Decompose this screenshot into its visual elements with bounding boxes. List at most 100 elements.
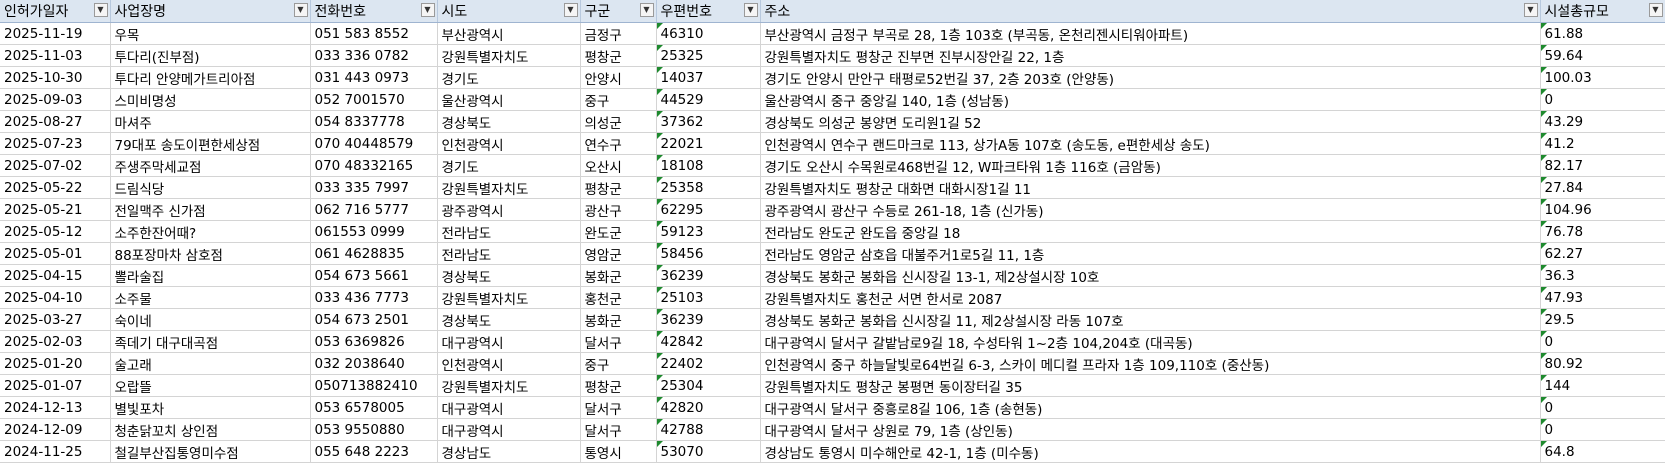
- table-cell[interactable]: 소주한잔어때?: [110, 220, 311, 243]
- table-cell[interactable]: 광주광역시: [437, 198, 581, 221]
- table-cell[interactable]: 경상북도 봉화군 봉화읍 신시장길 11, 제2상설시장 라동 107호: [760, 308, 1541, 331]
- table-cell[interactable]: 053 6369826: [310, 330, 438, 353]
- table-cell[interactable]: 인천광역시 중구 하늘달빛로64번길 6-3, 스카이 메디컬 프라자 1층 1…: [760, 352, 1541, 375]
- table-cell[interactable]: 별빛포차: [110, 396, 311, 419]
- table-cell[interactable]: 대구광역시: [437, 396, 581, 419]
- table-cell[interactable]: 2025-05-22: [0, 176, 111, 199]
- table-cell[interactable]: 2025-10-30: [0, 66, 111, 89]
- table-cell[interactable]: 주생주막세교점: [110, 154, 311, 177]
- table-cell[interactable]: 경기도: [437, 154, 581, 177]
- table-cell[interactable]: 경상북도: [437, 308, 581, 331]
- table-cell[interactable]: 050713882410: [310, 374, 438, 397]
- table-cell[interactable]: 투다리(진부점): [110, 44, 311, 67]
- table-cell[interactable]: 강원특별자치도 평창군 대화면 대화시장1길 11: [760, 176, 1541, 199]
- table-cell[interactable]: 88포장마차 삼호점: [110, 242, 311, 265]
- table-cell[interactable]: 울산광역시 중구 중앙길 140, 1층 (성남동): [760, 88, 1541, 111]
- table-cell[interactable]: 2025-09-03: [0, 88, 111, 111]
- table-cell[interactable]: 경상북도: [437, 110, 581, 133]
- table-cell[interactable]: 100.03: [1540, 66, 1665, 89]
- table-cell[interactable]: 033 436 7773: [310, 286, 438, 309]
- table-cell[interactable]: 25358: [656, 176, 761, 199]
- table-cell[interactable]: 42842: [656, 330, 761, 353]
- table-cell[interactable]: 대구광역시: [437, 330, 581, 353]
- table-cell[interactable]: 금정구: [580, 22, 657, 45]
- table-cell[interactable]: 031 443 0973: [310, 66, 438, 89]
- table-cell[interactable]: 강원특별자치도: [437, 374, 581, 397]
- table-cell[interactable]: 경기도: [437, 66, 581, 89]
- table-cell[interactable]: 경상북도 봉화군 봉화읍 신시장길 13-1, 제2상설시장 10호: [760, 264, 1541, 287]
- table-cell[interactable]: 뽈라술집: [110, 264, 311, 287]
- table-cell[interactable]: 부산광역시 금정구 부곡로 28, 1층 103호 (부곡동, 온천리젠시티워아…: [760, 22, 1541, 45]
- table-cell[interactable]: 부산광역시: [437, 22, 581, 45]
- table-cell[interactable]: 0: [1540, 396, 1665, 419]
- table-cell[interactable]: 경기도 안양시 만안구 태평로52번길 37, 2층 203호 (안양동): [760, 66, 1541, 89]
- table-cell[interactable]: 76.78: [1540, 220, 1665, 243]
- table-cell[interactable]: 강원특별자치도 평창군 진부면 진부시장안길 22, 1층: [760, 44, 1541, 67]
- table-cell[interactable]: 울산광역시: [437, 88, 581, 111]
- column-header[interactable]: 사업장명 ▼: [110, 0, 311, 23]
- table-cell[interactable]: 달서구: [580, 330, 657, 353]
- table-cell[interactable]: 032 2038640: [310, 352, 438, 375]
- table-cell[interactable]: 강원특별자치도 평창군 봉평면 동이장터길 35: [760, 374, 1541, 397]
- table-cell[interactable]: 2025-05-01: [0, 242, 111, 265]
- table-cell[interactable]: 055 648 2223: [310, 440, 438, 463]
- table-cell[interactable]: 드림식당: [110, 176, 311, 199]
- table-cell[interactable]: 강원특별자치도 홍천군 서면 한서로 2087: [760, 286, 1541, 309]
- column-header[interactable]: 시도 ▼: [437, 0, 581, 23]
- filter-dropdown-icon[interactable]: ▼: [420, 3, 435, 17]
- table-cell[interactable]: 강원특별자치도: [437, 176, 581, 199]
- table-cell[interactable]: 46310: [656, 22, 761, 45]
- table-cell[interactable]: 평창군: [580, 44, 657, 67]
- table-cell[interactable]: 070 48332165: [310, 154, 438, 177]
- table-cell[interactable]: 2025-02-03: [0, 330, 111, 353]
- table-cell[interactable]: 전일맥주 신가점: [110, 198, 311, 221]
- table-cell[interactable]: 62.27: [1540, 242, 1665, 265]
- table-cell[interactable]: 18108: [656, 154, 761, 177]
- table-cell[interactable]: 봉화군: [580, 264, 657, 287]
- table-cell[interactable]: 051 583 8552: [310, 22, 438, 45]
- table-cell[interactable]: 41.2: [1540, 132, 1665, 155]
- table-cell[interactable]: 인천광역시: [437, 352, 581, 375]
- filter-dropdown-icon[interactable]: ▼: [1648, 3, 1663, 17]
- table-cell[interactable]: 오산시: [580, 154, 657, 177]
- table-cell[interactable]: 22021: [656, 132, 761, 155]
- table-cell[interactable]: 2024-11-25: [0, 440, 111, 463]
- table-cell[interactable]: 강원특별자치도: [437, 286, 581, 309]
- table-cell[interactable]: 철길부산집통영미수점: [110, 440, 311, 463]
- table-cell[interactable]: 대구광역시 달서구 상원로 79, 1층 (상인동): [760, 418, 1541, 441]
- table-cell[interactable]: 25103: [656, 286, 761, 309]
- table-cell[interactable]: 인천광역시 연수구 랜드마크로 113, 상가A동 107호 (송도동, e편한…: [760, 132, 1541, 155]
- table-cell[interactable]: 053 9550880: [310, 418, 438, 441]
- table-cell[interactable]: 27.84: [1540, 176, 1665, 199]
- table-cell[interactable]: 22402: [656, 352, 761, 375]
- table-cell[interactable]: 경상북도: [437, 264, 581, 287]
- table-cell[interactable]: 완도군: [580, 220, 657, 243]
- filter-dropdown-icon[interactable]: ▼: [743, 3, 758, 17]
- table-cell[interactable]: 82.17: [1540, 154, 1665, 177]
- filter-dropdown-icon[interactable]: ▼: [1523, 3, 1538, 17]
- table-cell[interactable]: 중구: [580, 352, 657, 375]
- table-cell[interactable]: 052 7001570: [310, 88, 438, 111]
- table-cell[interactable]: 033 335 7997: [310, 176, 438, 199]
- table-cell[interactable]: 2024-12-09: [0, 418, 111, 441]
- table-cell[interactable]: 대구광역시 달서구 갈밭남로9길 18, 수성타워 1~2층 104,204호 …: [760, 330, 1541, 353]
- table-cell[interactable]: 전라남도: [437, 220, 581, 243]
- table-cell[interactable]: 0: [1540, 418, 1665, 441]
- table-cell[interactable]: 청춘닭꼬치 상인점: [110, 418, 311, 441]
- table-cell[interactable]: 61.88: [1540, 22, 1665, 45]
- table-cell[interactable]: 054 8337778: [310, 110, 438, 133]
- column-header[interactable]: 우편번호 ▼: [656, 0, 761, 23]
- table-cell[interactable]: 안양시: [580, 66, 657, 89]
- table-cell[interactable]: 53070: [656, 440, 761, 463]
- table-cell[interactable]: 061 4628835: [310, 242, 438, 265]
- table-cell[interactable]: 2025-01-07: [0, 374, 111, 397]
- table-cell[interactable]: 44529: [656, 88, 761, 111]
- table-cell[interactable]: 마셔주: [110, 110, 311, 133]
- table-cell[interactable]: 평창군: [580, 374, 657, 397]
- table-cell[interactable]: 033 336 0782: [310, 44, 438, 67]
- table-cell[interactable]: 061553 0999: [310, 220, 438, 243]
- table-cell[interactable]: 전라남도 영암군 삼호읍 대불주거1로5길 11, 1층: [760, 242, 1541, 265]
- table-cell[interactable]: 중구: [580, 88, 657, 111]
- table-cell[interactable]: 투다리 안양메가트리아점: [110, 66, 311, 89]
- table-cell[interactable]: 광주광역시 광산구 수등로 261-18, 1층 (신가동): [760, 198, 1541, 221]
